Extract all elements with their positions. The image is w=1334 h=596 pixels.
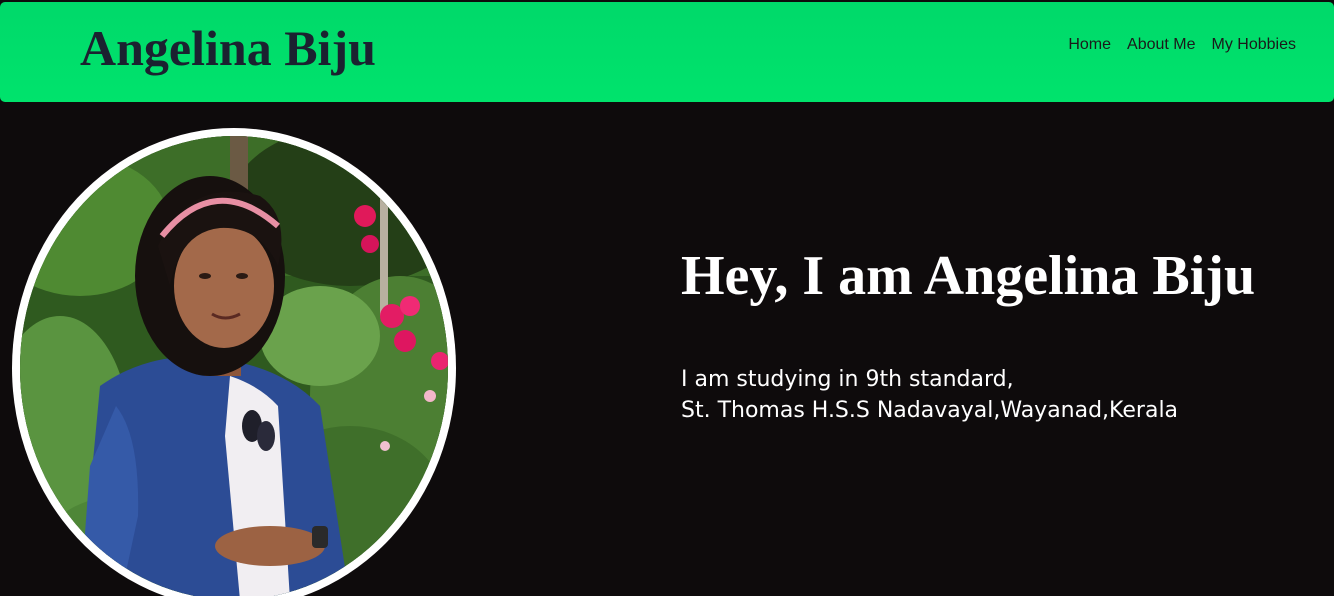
page: Angelina Biju Home About Me My Hobbies H…: [0, 0, 1334, 596]
hero-description: I am studying in 9th standard, St. Thoma…: [681, 364, 1178, 426]
hero-description-line-2: St. Thomas H.S.S Nadavayal,Wayanad,Keral…: [681, 398, 1179, 423]
profile-photo-frame: [12, 128, 456, 596]
hero-title: Hey, I am Angelina Biju: [681, 245, 1256, 307]
portrait-photo-icon: [20, 136, 448, 596]
profile-photo: [20, 136, 448, 596]
site-brand[interactable]: Angelina Biju: [80, 18, 376, 78]
nav-link-home[interactable]: Home: [1068, 35, 1111, 55]
nav-link-about-me[interactable]: About Me: [1127, 35, 1195, 55]
nav-menu: Home About Me My Hobbies: [1068, 35, 1296, 55]
navbar: Angelina Biju Home About Me My Hobbies: [0, 2, 1334, 102]
nav-link-my-hobbies[interactable]: My Hobbies: [1212, 35, 1296, 55]
hero-description-line-1: I am studying in 9th standard,: [681, 367, 1014, 392]
